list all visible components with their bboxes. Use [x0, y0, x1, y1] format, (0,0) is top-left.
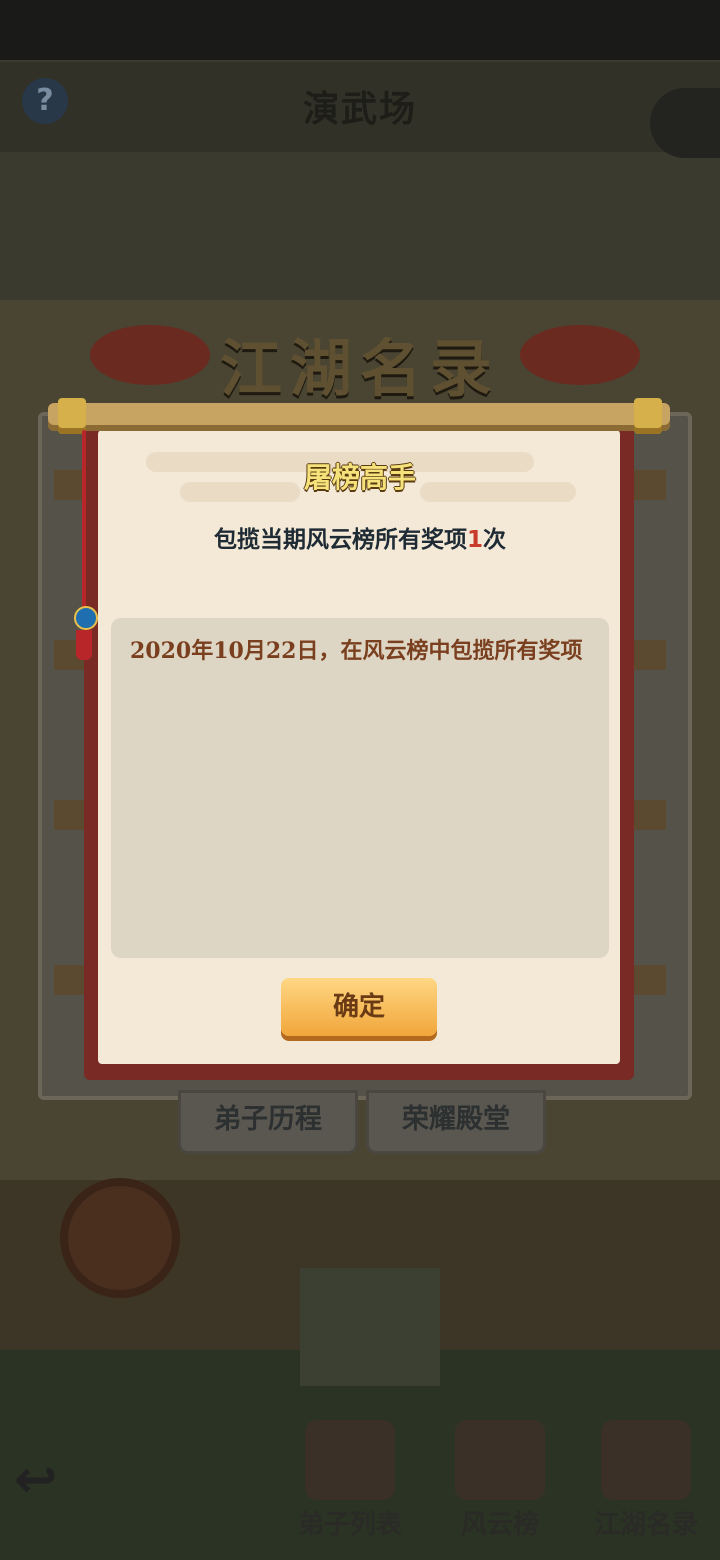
scroll-rod: [48, 403, 670, 431]
tab-hall-of-honor[interactable]: 荣耀殿堂: [366, 1090, 546, 1154]
book-icon: [601, 1420, 691, 1500]
scroll-rod-cap-left: [58, 398, 86, 434]
banner-title: 江湖名录: [219, 332, 500, 405]
detail-box: [111, 618, 609, 958]
shelf-right: [630, 640, 666, 670]
desc-suffix: 次: [483, 527, 506, 553]
shelf-right: [630, 965, 666, 995]
back-arrow-icon[interactable]: ↩: [14, 1450, 84, 1510]
tab-disciple-history[interactable]: 弟子历程: [178, 1090, 358, 1154]
nav-label: 弟子列表: [297, 1510, 402, 1540]
top-right-button[interactable]: [650, 88, 720, 158]
shelf-right: [630, 800, 666, 830]
disciple-icon: [305, 1420, 395, 1500]
desc-count: 1: [466, 527, 483, 553]
detail-text: 2020年10月22日，在风云榜中包揽所有奖项: [130, 638, 583, 664]
nav-disciple-list[interactable]: 弟子列表: [280, 1420, 420, 1540]
drum-decoration: [60, 1178, 180, 1298]
nav-ranking[interactable]: 风云榜: [430, 1420, 570, 1540]
scroll-icon: [455, 1420, 545, 1500]
popup-description: 包揽当期风云榜所有奖项1次: [0, 520, 720, 554]
nav-jianghu-records[interactable]: 江湖名录: [576, 1420, 716, 1540]
scene-title: 演武场: [302, 89, 417, 130]
tassel-end: [76, 630, 92, 660]
nav-label: 风云榜: [460, 1510, 539, 1540]
scroll-rod-cap-right: [634, 398, 662, 434]
stairs-decoration: [300, 1268, 440, 1386]
nav-label: 江湖名录: [593, 1510, 698, 1540]
desc-text: 包揽当期风云榜所有奖项: [213, 527, 467, 553]
tassel-bead: [74, 606, 98, 630]
confirm-button[interactable]: 确定: [281, 978, 437, 1036]
popup-title: 屠榜高手: [303, 461, 416, 494]
